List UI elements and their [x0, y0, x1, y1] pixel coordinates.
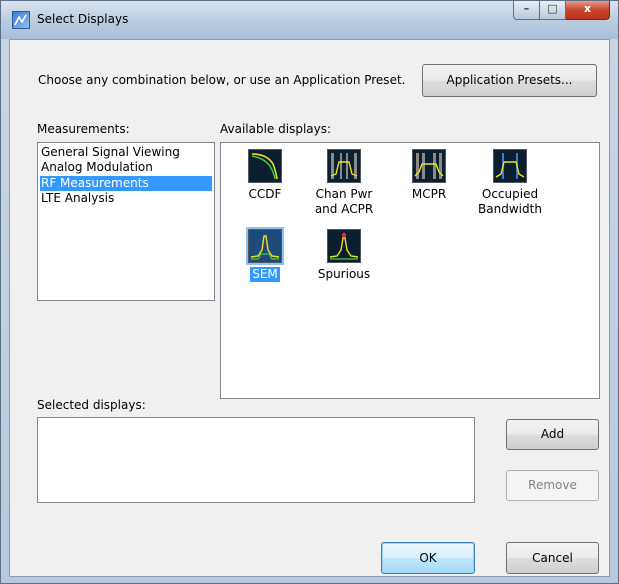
display-label-spurious: Spurious — [317, 267, 371, 281]
display-label-ccdf: CCDF — [248, 187, 282, 201]
close-button[interactable]: x — [566, 1, 610, 20]
ccdf-icon — [248, 149, 282, 183]
list-item-general-signal-viewing[interactable]: General Signal Viewing — [40, 145, 180, 160]
display-tile-sem[interactable]: SEM — [222, 229, 308, 282]
caption-buttons: – □ x — [513, 1, 610, 21]
display-tile-spurious[interactable]: Spurious — [301, 229, 387, 282]
display-tile-ccdf[interactable]: CCDF — [222, 149, 308, 202]
display-label-sem: SEM — [250, 267, 280, 282]
display-tile-occupied-bandwidth[interactable]: Occupied Bandwidth — [467, 149, 553, 217]
spurious-icon — [327, 229, 361, 263]
cancel-button[interactable]: Cancel — [506, 542, 599, 574]
occupied-bandwidth-icon — [493, 149, 527, 183]
app-icon — [12, 11, 30, 29]
dialog-client-area: Choose any combination below, or use an … — [9, 39, 610, 577]
remove-button[interactable]: Remove — [506, 470, 599, 501]
sem-icon — [248, 229, 282, 263]
application-presets-button[interactable]: Application Presets... — [422, 64, 597, 97]
maximize-button[interactable]: □ — [540, 1, 566, 20]
intro-text: Choose any combination below, or use an … — [38, 73, 406, 87]
ok-button[interactable]: OK — [381, 542, 475, 574]
window-title: Select Displays — [37, 12, 129, 26]
close-icon: x — [583, 2, 592, 15]
display-tile-mcpr[interactable]: MCPR — [386, 149, 472, 202]
select-displays-window: Select Displays – □ x Choose any combina… — [0, 0, 619, 584]
display-label-chan-pwr-acpr: Chan Pwr and ACPR — [314, 187, 374, 216]
available-displays-list[interactable]: CCDF Chan Pwr and ACPR MCPR Occupied Ban… — [220, 142, 600, 399]
mcpr-icon — [412, 149, 446, 183]
display-label-mcpr: MCPR — [411, 187, 447, 201]
minimize-icon: – — [523, 2, 530, 15]
add-button[interactable]: Add — [506, 419, 599, 450]
minimize-button[interactable]: – — [513, 1, 540, 20]
title-bar[interactable]: Select Displays – □ x — [1, 1, 618, 39]
maximize-icon: □ — [547, 2, 558, 15]
selected-displays-list[interactable] — [37, 417, 475, 503]
selected-displays-label: Selected displays: — [37, 398, 146, 412]
display-label-occupied-bandwidth: Occupied Bandwidth — [478, 187, 542, 216]
measurements-list[interactable]: General Signal Viewing Analog Modulation… — [37, 142, 215, 301]
list-item-lte-analysis[interactable]: LTE Analysis — [40, 191, 114, 206]
display-tile-chan-pwr-acpr[interactable]: Chan Pwr and ACPR — [301, 149, 387, 217]
chan-pwr-acpr-icon — [327, 149, 361, 183]
measurements-label: Measurements: — [37, 122, 130, 136]
available-displays-label: Available displays: — [220, 122, 332, 136]
list-item-rf-measurements[interactable]: RF Measurements — [40, 176, 212, 191]
list-item-analog-modulation[interactable]: Analog Modulation — [40, 160, 153, 175]
